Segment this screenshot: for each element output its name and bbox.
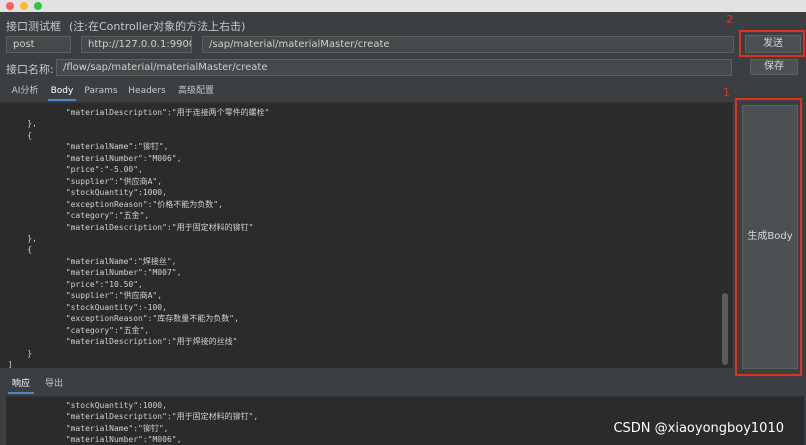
code-line: {	[8, 130, 33, 140]
code-line: "stockQuantity":1000,	[8, 188, 167, 198]
code-line: "exceptionReason":"库存数量不能为负数",	[8, 314, 239, 324]
annotation-number-2: 2	[726, 13, 733, 26]
body-editor[interactable]: "materialDescription":"用于连接两个零件的螺栓" }, {…	[0, 102, 733, 368]
code-line: "materialName":"焊接丝",	[8, 256, 177, 266]
code-line: "materialNumber":"M007",	[8, 268, 182, 278]
code-line: "category":"五金",	[8, 211, 150, 221]
code-line: "supplier":"供应商A",	[8, 291, 163, 301]
request-tabbar: AI分析 Body Params Headers 高级配置	[0, 82, 733, 101]
code-line: "materialName":"铆钉",	[8, 142, 169, 152]
code-line: "price":"-5.00",	[8, 165, 143, 175]
code-line: "price":"10.50",	[8, 279, 143, 289]
code-line: "materialDescription":"用于固定材料的铆钉"	[8, 222, 254, 232]
generate-body-button[interactable]: 生成Body	[742, 105, 798, 369]
code-line: "materialDescription":"用于固定材料的铆钉",	[8, 412, 259, 422]
interface-name-field[interactable]: /flow/sap/material/materialMaster/create	[56, 59, 732, 76]
response-tabbar: 响应 导出	[0, 375, 733, 394]
panel-title: 接口测试框	[6, 20, 61, 33]
tab-body[interactable]: Body	[48, 82, 76, 101]
tab-params[interactable]: Params	[84, 82, 118, 101]
code-line: "supplier":"供应商A",	[8, 176, 163, 186]
tab-ai-analysis[interactable]: AI分析	[6, 82, 44, 101]
code-line: {	[8, 245, 33, 255]
watermark: CSDN @xiaoyongboy1010	[613, 421, 784, 436]
code-line: },	[8, 233, 37, 243]
code-line: "exceptionReason":"价格不能为负数",	[8, 199, 223, 209]
minimize-window-icon[interactable]	[20, 2, 28, 10]
code-line: "stockQuantity":-100,	[8, 302, 167, 312]
name-label: 接口名称:	[6, 63, 54, 76]
body-code[interactable]: "materialDescription":"用于连接两个零件的螺栓" }, {…	[0, 107, 733, 368]
panel-header: 接口测试框 (注:在Controller对象的方法上右击)	[6, 18, 245, 34]
code-line: "materialNumber":"M006",	[8, 153, 182, 163]
annotation-number-1: 1	[723, 86, 730, 99]
tab-response[interactable]: 响应	[8, 375, 34, 394]
method-field[interactable]: post	[6, 36, 71, 53]
code-line: "materialName":"铆钉",	[8, 423, 169, 433]
save-button[interactable]: 保存	[750, 59, 798, 75]
tab-headers[interactable]: Headers	[126, 82, 168, 101]
tab-export[interactable]: 导出	[40, 375, 68, 394]
code-line: "category":"五金",	[8, 325, 150, 335]
send-button[interactable]: 发送	[745, 35, 801, 53]
body-scroll-thumb[interactable]	[722, 293, 728, 365]
code-line: "materialNumber":"M006",	[8, 435, 182, 445]
code-line: "materialDescription":"用于连接两个零件的螺栓"	[8, 108, 270, 117]
code-line: "materialDescription":"用于焊接的丝线"	[8, 337, 238, 347]
code-line: "stockQuantity":1000,	[8, 401, 167, 410]
window-titlebar	[0, 0, 806, 12]
code-line: }	[8, 348, 33, 358]
panel-hint: (注:在Controller对象的方法上右击)	[69, 20, 246, 33]
close-window-icon[interactable]	[6, 2, 14, 10]
code-line: ]	[8, 359, 13, 368]
maximize-window-icon[interactable]	[34, 2, 42, 10]
body-scrollbar[interactable]	[722, 103, 731, 368]
path-field[interactable]: /sap/material/materialMaster/create	[202, 36, 734, 53]
code-line: },	[8, 119, 37, 129]
base-url-field[interactable]: http://127.0.0.1:9900/flow	[81, 36, 192, 53]
tab-advanced-settings[interactable]: 高级配置	[174, 82, 218, 101]
